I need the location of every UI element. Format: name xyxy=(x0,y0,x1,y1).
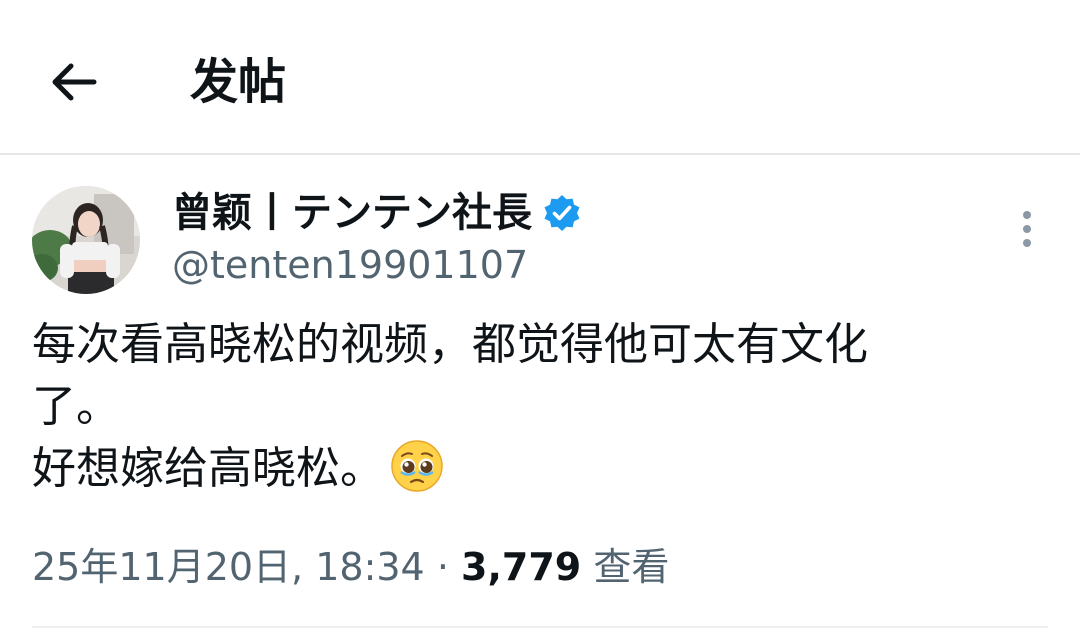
tweet-text-line-with-emoji: 好想嫁给高晓松。 xyxy=(32,438,1032,500)
views-label[interactable]: 查看 xyxy=(593,545,669,589)
avatar[interactable] xyxy=(32,186,140,294)
author-display-name[interactable]: 曾颖丨テンテン社長 xyxy=(172,186,532,240)
tweet-meta: 25年11月20日, 18:34 · 3,779 查看 xyxy=(32,540,669,594)
top-app-bar: 发帖 xyxy=(0,0,1080,154)
views-count[interactable]: 3,779 xyxy=(461,545,581,589)
verified-badge-icon xyxy=(544,195,580,231)
header-divider xyxy=(0,153,1080,155)
back-button[interactable] xyxy=(44,52,104,112)
pleading-face-icon xyxy=(391,440,443,492)
avatar-image xyxy=(32,186,140,294)
author-display-name-row[interactable]: 曾颖丨テンテン社長 xyxy=(172,186,582,240)
meta-separator: · xyxy=(436,545,449,589)
arrow-left-icon xyxy=(52,63,97,101)
tweet-text: 每次看高晓松的视频，都觉得他可太有文化 了。 好想嫁给高晓松。 xyxy=(32,314,1032,500)
more-options-button[interactable] xyxy=(1010,208,1044,252)
more-vertical-icon xyxy=(1023,211,1031,247)
tweet-text-line: 好想嫁给高晓松。 xyxy=(32,443,384,494)
page-title: 发帖 xyxy=(190,54,287,110)
tweet-text-line: 了。 xyxy=(32,381,120,432)
author-handle[interactable]: @tenten19901107 xyxy=(172,240,528,290)
tweet-text-line: 每次看高晓松的视频，都觉得他可太有文化 xyxy=(32,319,868,370)
meta-divider xyxy=(32,626,1048,628)
tweet-timestamp[interactable]: 25年11月20日, 18:34 xyxy=(32,545,425,589)
